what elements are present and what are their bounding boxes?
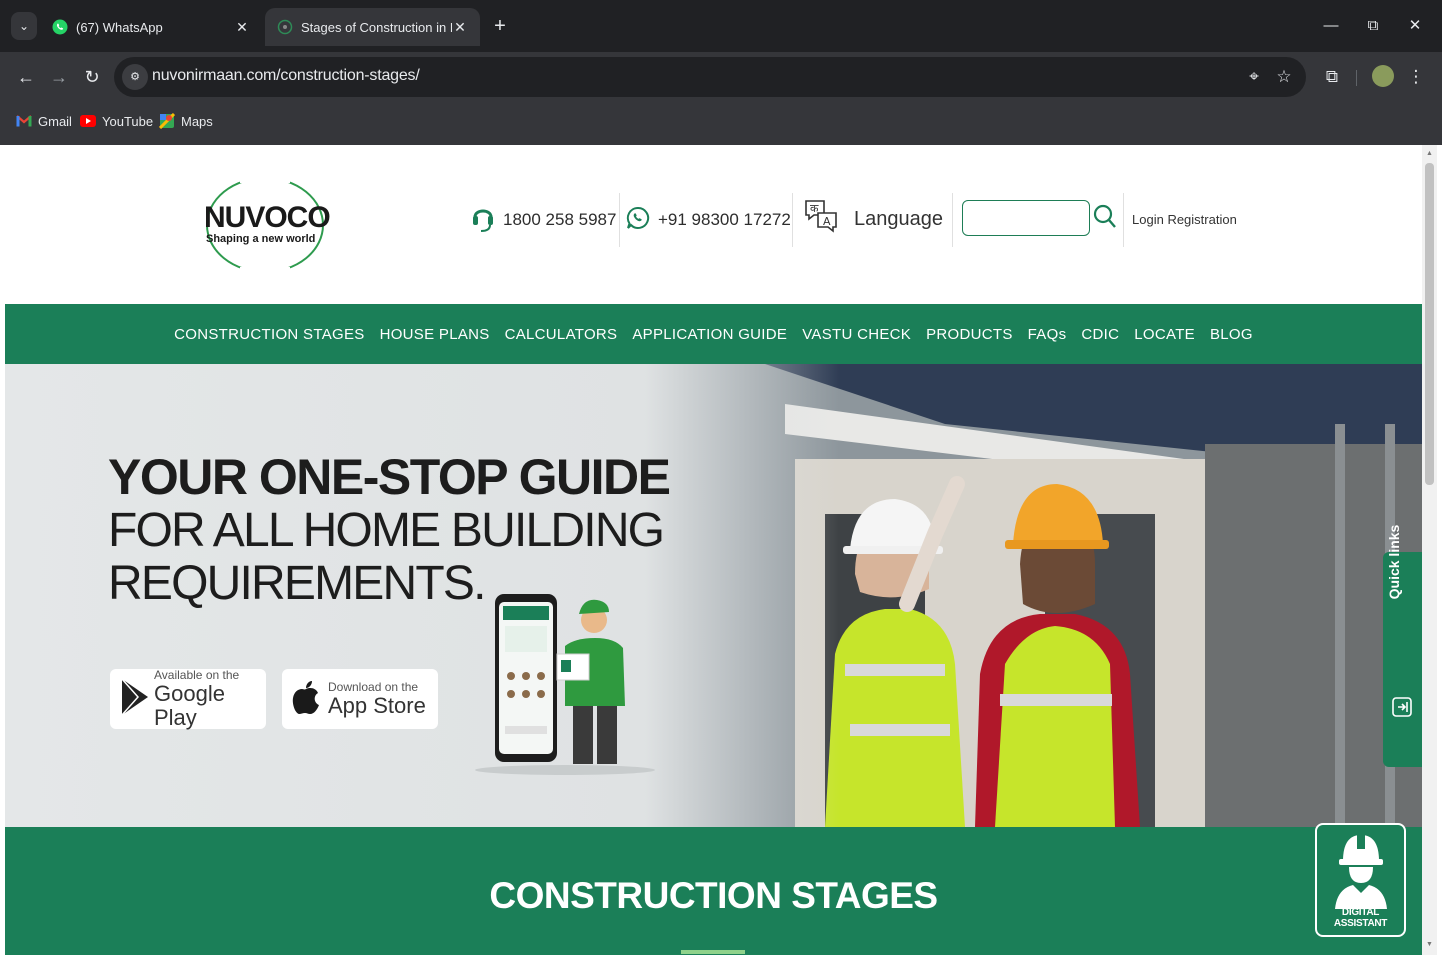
phone-number: 1800 258 5987 (503, 210, 617, 229)
restore-icon[interactable]: ⧉ (1358, 14, 1388, 38)
tab-strip: ⌄ (67) WhatsApp ✕ Stages of Construction… (0, 0, 1442, 52)
engineer-avatar-icon (1331, 831, 1391, 914)
bookmark-youtube[interactable]: YouTube (80, 113, 153, 129)
digital-assistant-button[interactable]: DIGITAL ASSISTANT (1315, 823, 1406, 937)
tab-whatsapp[interactable]: (67) WhatsApp ✕ (40, 8, 262, 46)
bookmark-maps[interactable]: Maps (159, 113, 213, 129)
nav-application-guide[interactable]: APPLICATION GUIDE (632, 326, 787, 343)
forward-icon[interactable]: → (47, 65, 71, 89)
header-divider (619, 193, 620, 247)
nav-vastu-check[interactable]: VASTU CHECK (802, 326, 911, 343)
header-divider (792, 193, 793, 247)
logo-wordmark: NUVOCO (204, 201, 331, 234)
profile-avatar[interactable] (1372, 65, 1394, 87)
whatsapp-contact[interactable]: +91 98300 17272 (626, 203, 791, 237)
apple-icon (292, 679, 320, 720)
page-viewport: NUVOCO Shaping a new world 1800 258 5987… (5, 145, 1422, 955)
tab-title: Stages of Construction in Buildi (301, 19, 452, 35)
minimize-icon[interactable]: — (1316, 14, 1346, 38)
tab-title: (67) WhatsApp (76, 19, 163, 35)
site-info-icon[interactable]: ⚙ (122, 64, 148, 90)
app-phone-mascot-illustration (475, 594, 655, 775)
bookmark-label: YouTube (102, 113, 154, 129)
section-title-underline (681, 950, 745, 954)
nav-blog[interactable]: BLOG (1210, 326, 1253, 343)
tab-construction-stages[interactable]: Stages of Construction in Buildi ✕ (265, 8, 480, 46)
language-label: Language (854, 207, 943, 230)
bookmark-label: Gmail (38, 113, 72, 129)
language-selector[interactable]: कA Language (802, 197, 943, 241)
logo-tagline: Shaping a new world (206, 233, 316, 245)
hero-construction-workers-image (645, 364, 1422, 827)
google-play-icon (120, 677, 150, 722)
toolbar-divider (1356, 70, 1357, 86)
reload-icon[interactable]: ↻ (80, 65, 104, 89)
app-store-big-text: App Store (328, 693, 426, 718)
location-off-icon[interactable]: ⌖ (1242, 65, 1266, 89)
quick-links-label: Quick links (1386, 524, 1402, 600)
nav-calculators[interactable]: CALCULATORS (505, 326, 618, 343)
registration-link[interactable]: Registration (1167, 212, 1236, 227)
hero-subheadline-line: FOR ALL HOME BUILDING (108, 504, 665, 557)
quick-links-tab[interactable]: Quick links (1383, 525, 1422, 767)
nav-faqs[interactable]: FAQs (1028, 326, 1067, 343)
youtube-icon (80, 113, 96, 129)
hero-banner: YOUR ONE-STOP GUIDE FOR ALL HOME BUILDIN… (5, 364, 1422, 827)
close-tab-icon[interactable]: ✕ (234, 19, 250, 36)
main-nav: CONSTRUCTION STAGES HOUSE PLANS CALCULAT… (5, 304, 1422, 364)
svg-text:A: A (823, 215, 831, 228)
header-divider (1123, 193, 1124, 247)
auth-links: Login Registration (1132, 212, 1237, 227)
search-input[interactable] (962, 200, 1090, 236)
scroll-up-icon[interactable]: ▲ (1425, 149, 1434, 159)
nuvoco-favicon-icon (277, 19, 293, 35)
extensions-icon[interactable]: ⧉ (1320, 65, 1344, 89)
app-store-button[interactable]: Download on the App Store (282, 669, 438, 729)
login-link[interactable]: Login (1132, 212, 1164, 227)
nav-house-plans[interactable]: HOUSE PLANS (380, 326, 490, 343)
nav-products[interactable]: PRODUCTS (926, 326, 1013, 343)
header-divider (952, 193, 953, 247)
browser-toolbar: ← → ↻ ⚙ nuvonirmaan.com/construction-sta… (0, 52, 1442, 102)
page-scrollbar[interactable]: ▲ ▼ (1422, 145, 1437, 955)
gmail-icon (16, 113, 32, 129)
language-translate-icon: कA (802, 197, 840, 242)
bookmark-gmail[interactable]: Gmail (16, 113, 72, 129)
app-store-small-text: Download on the (328, 680, 419, 694)
site-header: NUVOCO Shaping a new world 1800 258 5987… (5, 145, 1422, 304)
nuvoco-logo[interactable]: NUVOCO Shaping a new world (200, 175, 331, 275)
bookmarks-bar: Gmail YouTube Maps (0, 102, 1442, 145)
google-play-button[interactable]: Available on the Google Play (110, 668, 266, 730)
phone-contact[interactable]: 1800 258 5987 (471, 203, 616, 237)
back-icon[interactable]: ← (14, 65, 38, 89)
close-window-icon[interactable]: ✕ (1400, 14, 1430, 38)
bookmark-label: Maps (181, 113, 213, 129)
url-text[interactable]: nuvonirmaan.com/construction-stages/ (152, 67, 420, 85)
google-play-small-text: Available on the (154, 668, 240, 682)
google-play-big-text: Google Play (154, 681, 225, 730)
scroll-down-icon[interactable]: ▼ (1425, 940, 1434, 950)
headset-icon (471, 203, 495, 238)
search-icon[interactable] (1092, 203, 1120, 233)
address-bar[interactable]: ⚙ nuvonirmaan.com/construction-stages/ ⌖… (114, 57, 1306, 97)
close-tab-icon[interactable]: ✕ (452, 19, 468, 36)
tab-search-button[interactable]: ⌄ (11, 12, 37, 40)
scrollbar-thumb[interactable] (1425, 163, 1434, 485)
digital-assistant-label: DIGITAL ASSISTANT (1333, 907, 1388, 929)
whatsapp-favicon-icon (52, 19, 68, 35)
nav-cdic[interactable]: CDIC (1081, 326, 1119, 343)
whatsapp-icon (626, 206, 650, 235)
browser-chrome: ⌄ (67) WhatsApp ✕ Stages of Construction… (0, 0, 1442, 145)
section-title: CONSTRUCTION STAGES (489, 875, 938, 916)
menu-kebab-icon[interactable]: ⋮ (1404, 65, 1428, 89)
quick-links-open-icon (1391, 696, 1413, 723)
maps-icon (159, 113, 175, 129)
nav-construction-stages[interactable]: CONSTRUCTION STAGES (174, 326, 364, 343)
new-tab-button[interactable]: + (488, 14, 512, 38)
construction-stages-section: CONSTRUCTION STAGES (5, 827, 1422, 955)
nav-locate[interactable]: LOCATE (1134, 326, 1195, 343)
hero-headline: YOUR ONE-STOP GUIDE (108, 449, 671, 505)
bookmark-star-icon[interactable]: ☆ (1272, 65, 1296, 89)
whatsapp-number: +91 98300 17272 (658, 210, 791, 229)
